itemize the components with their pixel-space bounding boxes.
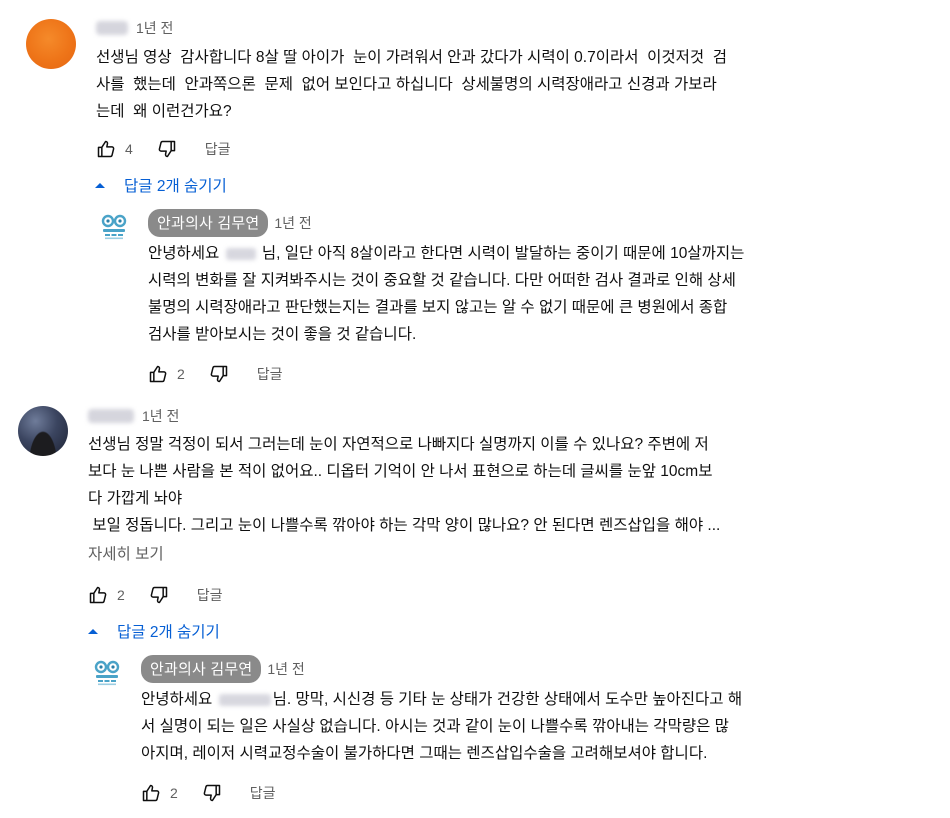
chevron-up-icon [94, 181, 106, 189]
reply-author[interactable]: 안과의사 김무연 [141, 655, 262, 683]
comment-actions: 4 답글 [96, 137, 231, 161]
thumb-down-icon[interactable] [202, 783, 222, 803]
hide-replies-label: 답글 2개 숨기기 [124, 178, 227, 195]
author-name-redacted[interactable] [96, 21, 128, 35]
thumb-up-icon[interactable] [148, 364, 168, 384]
like-count: 4 [125, 141, 133, 157]
eye-clinic-avatar[interactable] [99, 213, 129, 243]
avatar[interactable] [26, 19, 76, 69]
thumb-down-icon[interactable] [209, 364, 229, 384]
comment-header: 1년 전 [88, 404, 179, 428]
reply-time[interactable]: 1년 전 [274, 213, 311, 233]
like-count: 2 [170, 785, 178, 801]
reply-button[interactable]: 답글 [250, 783, 276, 803]
reply-button[interactable]: 답글 [205, 139, 231, 159]
comment-header: 1년 전 [96, 16, 173, 40]
comment-actions: 2 답글 [88, 583, 223, 607]
reply-button[interactable]: 답글 [257, 364, 283, 384]
eye-clinic-avatar[interactable] [92, 659, 122, 689]
reply-text: 안녕하세요 님. 망막, 시신경 등 기타 눈 상태가 건강한 상태에서 도수만… [141, 686, 931, 767]
thumb-up-icon[interactable] [141, 783, 161, 803]
mention-redacted [218, 693, 271, 706]
avatar[interactable] [18, 406, 68, 456]
comment-time[interactable]: 1년 전 [136, 18, 173, 38]
reply-actions: 2 답글 [148, 362, 283, 386]
comment-text: 선생님 정말 걱정이 되서 그러는데 눈이 자연적으로 나빠지다 실명까지 이를… [88, 436, 721, 534]
reply-author[interactable]: 안과의사 김무연 [148, 209, 269, 237]
hide-replies-button[interactable]: 답글 2개 숨기기 [87, 620, 220, 642]
mention-redacted [225, 247, 256, 260]
like-count: 2 [117, 587, 125, 603]
comment-text: 선생님 영상 감사합니다 8살 딸 아이가 눈이 가려워서 안과 갔다가 시력이… [96, 49, 727, 120]
like-count: 2 [177, 366, 185, 382]
reply-actions: 2 답글 [141, 781, 276, 805]
reply-button[interactable]: 답글 [197, 585, 223, 605]
thumb-down-icon[interactable] [157, 139, 177, 159]
thumb-up-icon[interactable] [88, 585, 108, 605]
thumb-down-icon[interactable] [149, 585, 169, 605]
hide-replies-label: 답글 2개 숨기기 [117, 624, 220, 641]
comment-time[interactable]: 1년 전 [142, 406, 179, 426]
reply-header: 안과의사 김무연 1년 전 [141, 655, 305, 683]
reply-text-start: 안녕하세요 [141, 691, 217, 708]
author-name-redacted[interactable] [88, 409, 134, 423]
reply-header: 안과의사 김무연 1년 전 [148, 209, 312, 237]
reply-time[interactable]: 1년 전 [267, 659, 304, 679]
reply-text: 안녕하세요 님, 일단 아직 8살이라고 한다면 시력이 발달하는 중이기 때문… [148, 240, 928, 348]
hide-replies-button[interactable]: 답글 2개 숨기기 [94, 174, 227, 196]
thumb-up-icon[interactable] [96, 139, 116, 159]
chevron-up-icon [87, 627, 99, 635]
read-more-link[interactable]: 자세히 보기 [88, 542, 164, 564]
reply-text-start: 안녕하세요 [148, 245, 224, 262]
